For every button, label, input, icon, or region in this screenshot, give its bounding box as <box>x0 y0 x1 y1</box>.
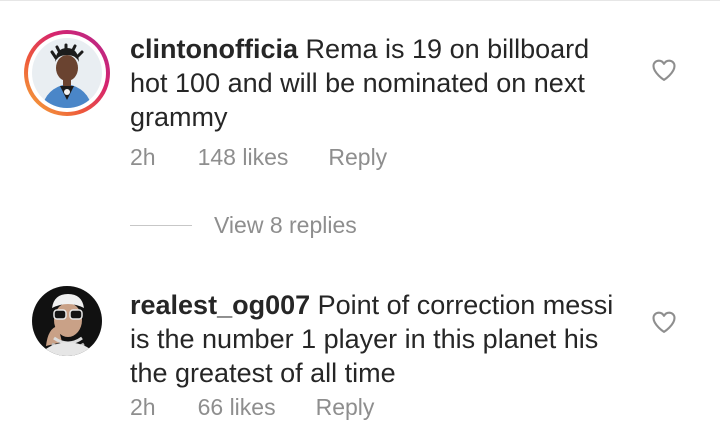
view-replies-label[interactable]: View 8 replies <box>214 212 357 239</box>
avatar <box>32 38 102 108</box>
view-replies-divider <box>130 225 192 226</box>
comment-meta: 2h 148 likes Reply <box>130 144 427 171</box>
comment-time: 2h <box>130 144 156 170</box>
comment-username[interactable]: realest_og007 <box>130 290 310 320</box>
comment-username[interactable]: clintonofficia <box>130 34 298 64</box>
comment-likes[interactable]: 66 likes <box>198 394 276 421</box>
heart-outline-icon[interactable] <box>650 308 678 336</box>
heart-outline-icon[interactable] <box>650 56 678 84</box>
comment-meta: 2h 66 likes Reply <box>130 394 414 421</box>
view-replies-button[interactable]: View 8 replies <box>130 212 357 239</box>
top-divider <box>0 0 720 1</box>
avatar[interactable] <box>32 286 102 356</box>
reply-button[interactable]: Reply <box>328 144 387 171</box>
comment-time: 2h <box>130 394 156 420</box>
comment-text-block: clintonofficia Rema is 19 on billboard h… <box>130 32 620 134</box>
reply-button[interactable]: Reply <box>316 394 375 421</box>
avatar-story-ring[interactable] <box>24 30 110 116</box>
comment-likes[interactable]: 148 likes <box>198 144 289 171</box>
comment-text-block: realest_og007 Point of correction messi … <box>130 288 620 390</box>
